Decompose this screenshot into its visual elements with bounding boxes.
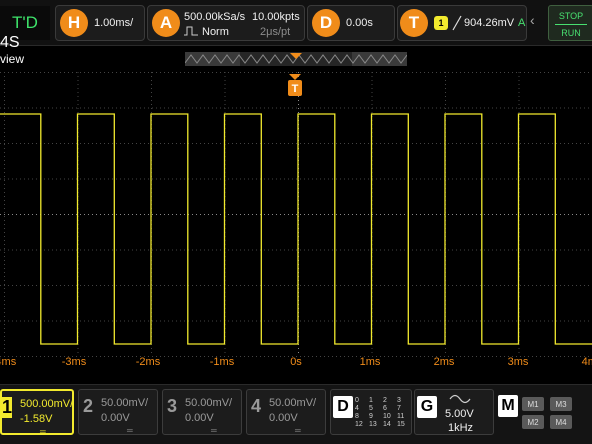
digital-channel-label: 1 xyxy=(369,397,373,404)
digital-channels-panel[interactable]: D 0 1 2 3 4 5 6 7 8 9 10 11 12 13 14 15 xyxy=(330,389,412,435)
horizontal-icon: H xyxy=(60,9,88,37)
dc-coupling-icon: ═ xyxy=(295,426,301,435)
trigger-mode: A xyxy=(518,17,526,29)
waveform-overview-bar[interactable] xyxy=(185,52,407,66)
digital-channel-label: 13 xyxy=(369,421,377,428)
digital-channel-label: 14 xyxy=(383,421,391,428)
chevron-left-icon[interactable]: ‹ xyxy=(530,12,544,34)
channel-2-scale: 50.00mV/ xyxy=(101,397,149,409)
channel-2-offset: 0.00V xyxy=(101,412,130,424)
time-axis-label: 4ms xyxy=(581,356,592,368)
run-stop-divider xyxy=(555,24,587,25)
acquire-mode: Norm xyxy=(202,26,229,38)
channel-1-panel[interactable]: 1 500.00mV/ -1.58V ═ xyxy=(0,389,74,436)
math-m3-button[interactable]: M3 xyxy=(550,397,572,411)
digital-icon: D xyxy=(333,396,353,418)
time-axis-label: 3ms xyxy=(507,356,529,368)
channel-4-panel[interactable]: 4 50.00mV/ 0.00V ═ xyxy=(246,389,326,435)
generator-icon: G xyxy=(417,396,437,418)
channel-4-offset: 0.00V xyxy=(269,412,298,424)
generator-frequency: 1kHz xyxy=(448,422,474,434)
time-axis-label: -1ms xyxy=(209,356,235,368)
acquire-mode-icon xyxy=(184,26,198,36)
channel-3-values: 50.00mV/ 0.00V xyxy=(185,396,232,426)
channel-2-panel[interactable]: 2 50.00mV/ 0.00V ═ xyxy=(78,389,158,435)
trigger-panel[interactable]: T 1 904.26mV A xyxy=(397,5,527,41)
dc-coupling-icon: ═ xyxy=(40,427,46,436)
delay-icon: D xyxy=(312,9,340,37)
graticule xyxy=(0,72,589,357)
delay-panel[interactable]: D 0.00s xyxy=(307,5,395,41)
top-status-bar: T'D H 1.00ms/ A 500.00kSa/s 10.00kpts No… xyxy=(0,0,592,46)
channel-1-values: 500.00mV/ -1.58V xyxy=(20,397,73,427)
dc-coupling-icon: ═ xyxy=(127,426,133,435)
memory-depth: 10.00kpts xyxy=(252,11,300,23)
digital-channel-label: 10 xyxy=(383,413,391,420)
digital-channel-label: 5 xyxy=(369,405,373,412)
time-axis-label: -3ms xyxy=(61,356,87,368)
math-icon: M xyxy=(498,395,518,417)
channel-3-scale: 50.00mV/ xyxy=(185,397,233,409)
generator-amplitude: 5.00V xyxy=(445,408,474,420)
digital-channel-label: 7 xyxy=(397,405,401,412)
screen-label-view: view xyxy=(0,52,25,66)
math-panel[interactable]: M M1 M3 M2 M4 xyxy=(496,389,592,435)
trigger-marker[interactable]: T xyxy=(288,74,302,96)
digital-channel-label: 2 xyxy=(383,397,387,404)
channel-1-number: 1 xyxy=(2,397,13,418)
time-axis-label: -2ms xyxy=(135,356,161,368)
trigger-source-badge: 1 xyxy=(434,16,448,30)
timebase-value: 1.00ms/ xyxy=(94,17,134,29)
channel-2-number: 2 xyxy=(83,396,94,416)
math-m2-button[interactable]: M2 xyxy=(522,415,544,429)
digital-channel-label: 11 xyxy=(397,413,405,420)
digital-channel-label: 15 xyxy=(397,421,405,428)
channel-4-values: 50.00mV/ 0.00V xyxy=(269,396,316,426)
stop-label: STOP xyxy=(558,11,584,21)
waveform-display[interactable]: T xyxy=(0,70,592,382)
channel-3-number: 3 xyxy=(167,396,178,416)
channel-1-offset: -1.58V xyxy=(20,413,53,425)
acquire-panel[interactable]: A 500.00kSa/s 10.00kpts Norm 2μs/pt xyxy=(147,5,305,41)
sine-wave-icon xyxy=(449,394,471,404)
delay-value: 0.00s xyxy=(346,17,373,29)
channel-3-panel[interactable]: 3 50.00mV/ 0.00V ═ xyxy=(162,389,242,435)
time-axis-label: -4ms xyxy=(0,356,17,368)
digital-channel-label: 4 xyxy=(355,405,359,412)
horizontal-panel[interactable]: H 1.00ms/ xyxy=(55,5,145,41)
trigger-icon: T xyxy=(400,9,428,37)
trigger-level: 904.26mV xyxy=(464,17,515,29)
sample-rate: 500.00kSa/s xyxy=(184,11,246,23)
ch1-waveform xyxy=(0,113,592,345)
time-axis-label: 1ms xyxy=(359,356,381,368)
math-m4-button[interactable]: M4 xyxy=(550,415,572,429)
digital-channel-label: 12 xyxy=(355,421,363,428)
digital-channel-grid: 0 1 2 3 4 5 6 7 8 9 10 11 12 13 14 15 xyxy=(355,397,411,428)
channel-1-scale: 500.00mV/ xyxy=(20,398,74,410)
time-axis-label: 0s xyxy=(290,356,302,368)
time-axis-label: 2ms xyxy=(433,356,455,368)
bottom-control-bar: 1 500.00mV/ -1.58V ═ 2 50.00mV/ 0.00V ═ … xyxy=(0,384,592,444)
rising-edge-icon xyxy=(452,15,462,31)
digital-channel-label: 3 xyxy=(397,397,401,404)
run-label: RUN xyxy=(561,28,581,38)
channel-4-scale: 50.00mV/ xyxy=(269,397,317,409)
time-axis-labels: -4ms -3ms -2ms -1ms 0s 1ms 2ms 3ms 4ms xyxy=(0,356,592,372)
channel-4-number: 4 xyxy=(251,396,262,416)
generator-panel[interactable]: G 5.00V 1kHz xyxy=(414,389,494,435)
acquire-icon: A xyxy=(152,9,180,37)
trigger-marker-label: T xyxy=(292,83,299,95)
math-m1-button[interactable]: M1 xyxy=(522,397,544,411)
channel-3-offset: 0.00V xyxy=(185,412,214,424)
digital-channel-label: 0 xyxy=(355,397,359,404)
run-stop-button[interactable]: STOP RUN xyxy=(548,5,592,41)
digital-channel-label: 8 xyxy=(355,413,359,420)
digital-channel-label: 9 xyxy=(369,413,373,420)
screen-label-top: 4S xyxy=(0,34,20,51)
time-per-point: 2μs/pt xyxy=(260,26,291,38)
digital-channel-label: 6 xyxy=(383,405,387,412)
dc-coupling-icon: ═ xyxy=(211,426,217,435)
channel-2-values: 50.00mV/ 0.00V xyxy=(101,396,148,426)
